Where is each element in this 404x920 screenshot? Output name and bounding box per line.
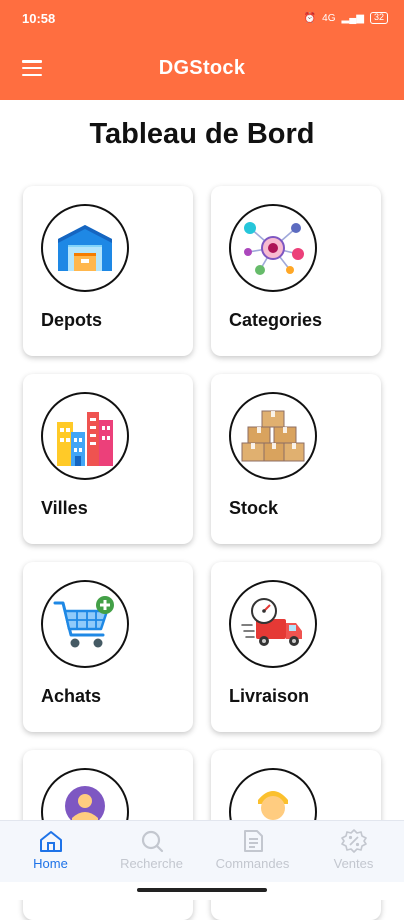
card-livraison[interactable]: Livraison <box>211 562 381 732</box>
city-buildings-icon <box>41 392 129 480</box>
status-bar: 10:58 ⏰ 4G ▂▄▆ 32 <box>0 0 404 36</box>
app-title: DGStock <box>158 56 246 79</box>
card-achats[interactable]: Achats <box>23 562 193 732</box>
home-indicator[interactable] <box>137 888 267 892</box>
network-nodes-icon <box>229 204 317 292</box>
card-depots[interactable]: Depots <box>23 186 193 356</box>
signal-icon: ▂▄▆ <box>341 12 364 24</box>
page-title: Tableau de Bord <box>89 118 315 150</box>
nav-commandes[interactable]: Commandes <box>202 821 303 882</box>
nav-recherche[interactable]: Recherche <box>101 821 202 882</box>
card-label: Categories <box>229 310 323 330</box>
warehouse-icon <box>41 204 129 292</box>
boxes-icon <box>229 392 317 480</box>
nav-label: Commandes <box>215 856 290 871</box>
gesture-bar <box>0 882 404 900</box>
status-icons: ⏰ 4G ▂▄▆ 32 <box>304 12 388 24</box>
app-bar: DGStock <box>0 36 404 100</box>
status-time: 10:58 <box>22 10 56 26</box>
dashboard-grid: Depots Categories Villes Stock Achats Li… <box>23 186 383 920</box>
card-label: Depots <box>41 310 103 330</box>
nav-label: Ventes <box>333 856 374 871</box>
card-label: Stock <box>229 498 279 518</box>
card-stock[interactable]: Stock <box>211 374 381 544</box>
delivery-truck-icon <box>229 580 317 668</box>
card-categories[interactable]: Categories <box>211 186 381 356</box>
nav-label: Home <box>33 856 68 871</box>
search-icon <box>141 830 163 853</box>
signal-text: 4G <box>322 12 336 24</box>
card-villes[interactable]: Villes <box>23 374 193 544</box>
nav-label: Recherche <box>120 856 183 871</box>
shopping-cart-add-icon <box>41 580 129 668</box>
card-label: Achats <box>41 686 102 706</box>
document-icon <box>243 830 263 852</box>
battery-icon: 32 <box>369 12 388 24</box>
percent-icon <box>340 829 367 853</box>
menu-icon[interactable] <box>22 60 42 76</box>
nav-home[interactable]: Home <box>0 821 101 882</box>
card-label: Livraison <box>229 686 310 706</box>
nav-ventes[interactable]: Ventes <box>303 821 404 882</box>
card-label: Villes <box>41 498 88 518</box>
home-icon <box>39 831 62 852</box>
alarm-icon: ⏰ <box>303 12 317 24</box>
bottom-navigation: Home Recherche Commandes Ventes <box>0 820 404 882</box>
